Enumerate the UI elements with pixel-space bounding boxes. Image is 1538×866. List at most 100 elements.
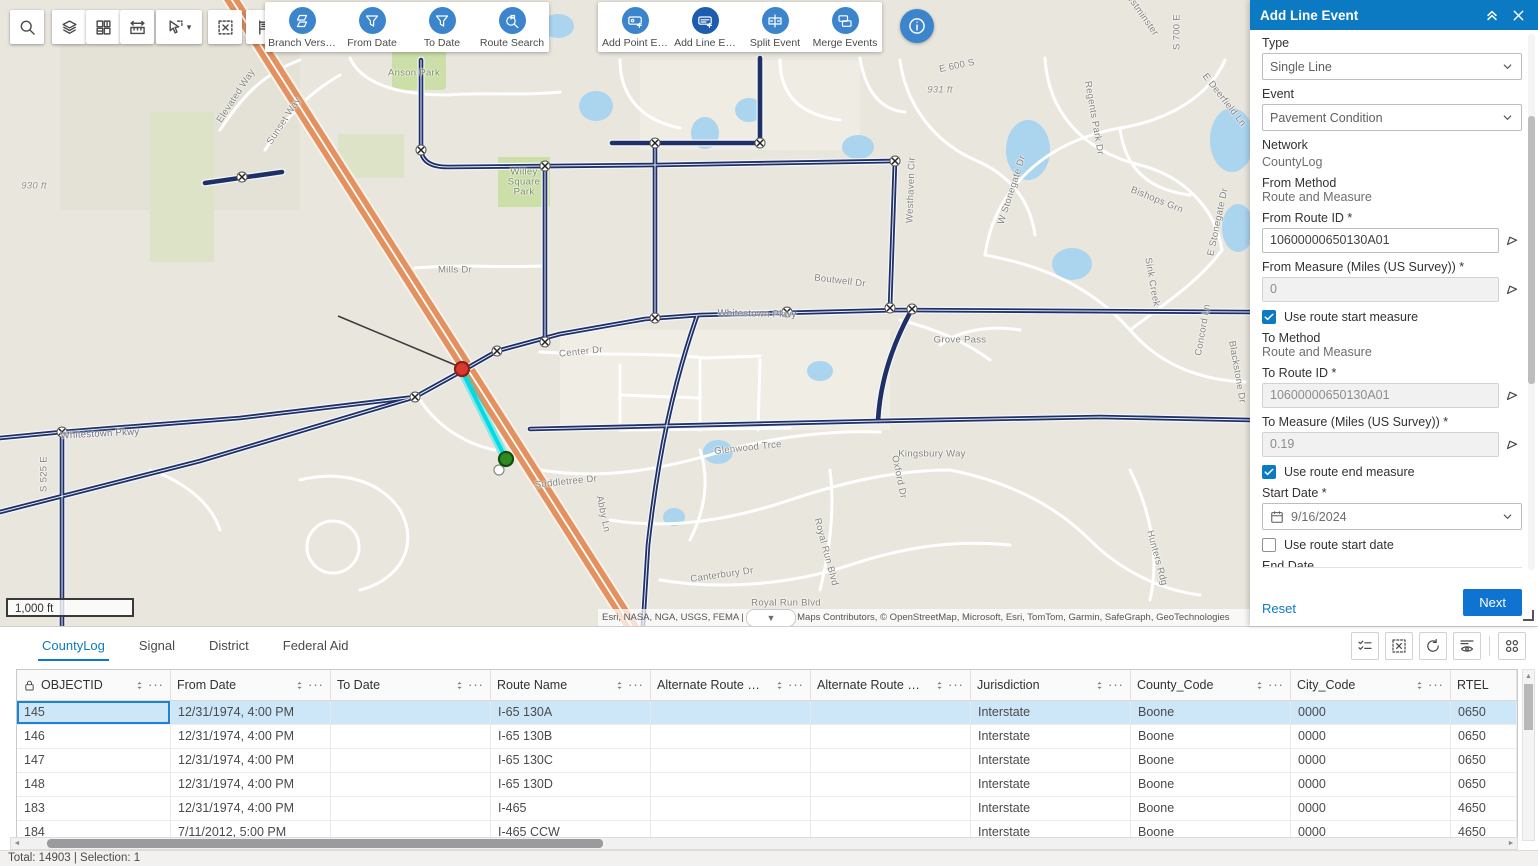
column-menu-button[interactable]: ··· [628,680,644,690]
table-row[interactable]: 14612/31/1974, 4:00 PMI-65 130BInterstat… [17,725,1517,749]
tab-federal-aid[interactable]: Federal Aid [281,629,351,662]
scroll-right-arrow[interactable]: ► [1505,838,1517,849]
type-select[interactable]: Single Line [1262,53,1522,80]
sort-icon[interactable] [935,680,944,691]
table-cell[interactable]: 0000 [1291,725,1451,748]
reset-button[interactable]: Reset [1262,601,1296,616]
sort-icon[interactable] [1255,680,1264,691]
table-cell[interactable]: 12/31/1974, 4:00 PM [171,797,331,820]
table-cell[interactable] [811,701,971,724]
table-cell[interactable] [331,749,491,772]
table-collapse-toggle[interactable]: ▼ [746,609,796,626]
column-header-city-code[interactable]: City_Code··· [1291,670,1451,700]
pick-from-route-on-map-button[interactable] [1504,232,1522,250]
table-cell[interactable]: I-465 [491,797,651,820]
pick-to-measure-on-map-button[interactable] [1504,436,1522,454]
info-button[interactable] [900,9,934,43]
column-menu-button[interactable]: ··· [468,680,484,690]
vertical-scrollbar[interactable]: ▲ [1522,669,1535,841]
table-cell[interactable]: 0000 [1291,701,1451,724]
table-cell[interactable] [331,797,491,820]
table-cell[interactable]: 183 [17,797,171,820]
column-header-route-name[interactable]: Route Name··· [491,670,651,700]
table-cell[interactable] [811,773,971,796]
sort-icon[interactable] [135,680,144,691]
panel-resize-handle[interactable] [1523,610,1534,621]
from-route-input[interactable]: 10600000650130A01 [1262,228,1499,253]
close-panel-button[interactable] [1508,5,1528,25]
table-cell[interactable]: 0650 [1451,701,1517,724]
next-button[interactable]: Next [1463,589,1522,616]
sort-icon[interactable] [615,680,624,691]
table-cell[interactable] [811,725,971,748]
column-header-objectid[interactable]: OBJECTID··· [17,670,171,700]
basemap-button[interactable] [86,10,120,44]
column-menu-button[interactable]: ··· [1108,680,1124,690]
table-row[interactable]: 14812/31/1974, 4:00 PMI-65 130DInterstat… [17,773,1517,797]
table-cell[interactable]: Boone [1131,773,1291,796]
show-selected-records-button[interactable] [1351,632,1379,660]
table-cell[interactable]: I-65 130C [491,749,651,772]
table-cell[interactable] [651,701,811,724]
table-cell[interactable]: 0650 [1451,749,1517,772]
event-select[interactable]: Pavement Condition [1262,104,1522,131]
table-cell[interactable]: Interstate [971,797,1131,820]
table-cell[interactable] [651,749,811,772]
table-cell[interactable]: 0000 [1291,797,1451,820]
sort-icon[interactable] [1415,680,1424,691]
table-cell[interactable] [811,749,971,772]
column-header-alternate-route[interactable]: Alternate Route …··· [811,670,971,700]
table-cell[interactable]: 4650 [1451,797,1517,820]
use-route-end-measure-checkbox[interactable]: Use route end measure [1262,465,1522,479]
tool-route-search[interactable]: Route Search [477,2,547,49]
column-header-rtel[interactable]: RTEL [1451,670,1517,700]
table-cell[interactable]: 0000 [1291,773,1451,796]
sort-icon[interactable] [295,680,304,691]
table-cell[interactable]: I-65 130D [491,773,651,796]
table-cell[interactable] [331,725,491,748]
table-cell[interactable]: 0650 [1451,725,1517,748]
table-cell[interactable] [331,773,491,796]
refresh-button[interactable] [1419,632,1447,660]
select-button[interactable]: ▾ [156,10,202,44]
sort-icon[interactable] [775,680,784,691]
table-row[interactable]: 14712/31/1974, 4:00 PMI-65 130CInterstat… [17,749,1517,773]
table-cell[interactable]: 147 [17,749,171,772]
tab-countylog[interactable]: CountyLog [40,629,107,662]
sort-icon[interactable] [1095,680,1104,691]
map-canvas[interactable]: Elevated WaySunset WayAnson Park930 ft93… [0,0,1250,626]
column-header-from-date[interactable]: From Date··· [171,670,331,700]
tab-district[interactable]: District [207,629,251,662]
table-cell[interactable]: Boone [1131,797,1291,820]
table-cell[interactable] [651,797,811,820]
clear-selection-button[interactable] [1385,632,1413,660]
table-cell[interactable]: Interstate [971,701,1131,724]
scroll-left-arrow[interactable]: ◄ [11,838,23,849]
column-header-to-date[interactable]: To Date··· [331,670,491,700]
pick-to-route-on-map-button[interactable] [1504,387,1522,405]
tool-add-line-e[interactable]: Add Line E… [670,2,740,49]
column-menu-button[interactable]: ··· [948,680,964,690]
horizontal-scrollbar[interactable]: ◄ ► [10,837,1518,850]
tool-to-date[interactable]: To Date [407,2,477,49]
table-cell[interactable]: Interstate [971,725,1131,748]
column-header-alternate-route[interactable]: Alternate Route …··· [651,670,811,700]
tool-add-point-e[interactable]: Add Point E… [600,2,670,49]
column-menu-button[interactable]: ··· [1428,680,1444,690]
panel-scrollbar[interactable] [1528,34,1535,570]
table-row[interactable]: 18312/31/1974, 4:00 PM I-465 InterstateBoo… [17,797,1517,821]
column-menu-button[interactable]: ··· [148,680,164,690]
column-menu-button[interactable]: ··· [308,680,324,690]
table-row[interactable]: 14512/31/1974, 4:00 PMI-65 130AInterstat… [17,701,1517,725]
table-cell[interactable] [811,797,971,820]
column-menu-button[interactable]: ··· [788,680,804,690]
column-header-county-code[interactable]: County_Code··· [1131,670,1291,700]
start-date-picker[interactable]: 9/16/2024 [1262,503,1522,530]
scroll-up-arrow[interactable]: ▲ [1523,670,1534,682]
table-cell[interactable]: 12/31/1974, 4:00 PM [171,773,331,796]
table-cell[interactable]: Interstate [971,749,1131,772]
table-cell[interactable]: 12/31/1974, 4:00 PM [171,725,331,748]
table-cell[interactable]: I-65 130B [491,725,651,748]
use-route-start-date-checkbox[interactable]: Use route start date [1262,538,1522,552]
table-cell[interactable]: Boone [1131,725,1291,748]
